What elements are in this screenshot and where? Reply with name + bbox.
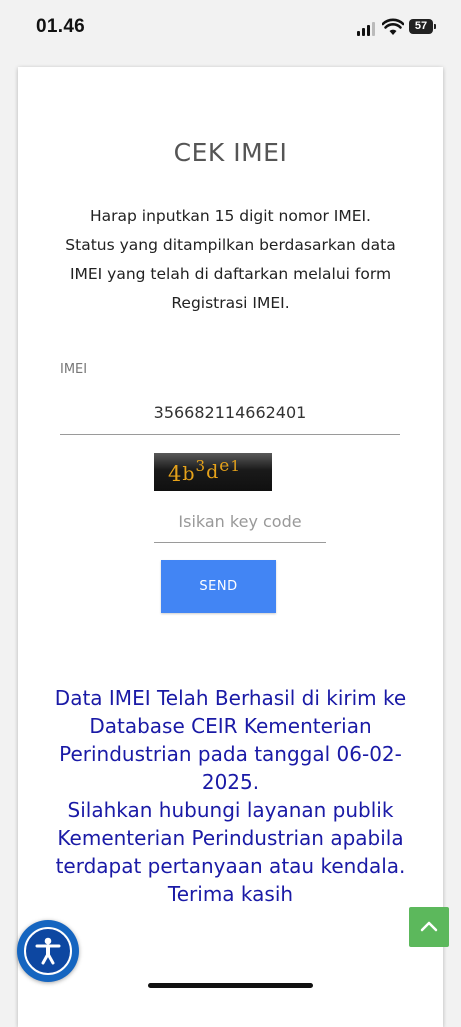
intro-text: Harap inputkan 15 digit nomor IMEI. Stat… — [40, 202, 421, 318]
intro-line: IMEI yang telah di daftarkan melalui for… — [69, 265, 392, 283]
page-title: CEK IMEI — [173, 138, 288, 167]
contact-line: Terima kasih — [167, 882, 294, 906]
keycode-input[interactable] — [154, 500, 326, 543]
wifi-icon — [382, 18, 404, 35]
accessibility-button[interactable] — [17, 920, 79, 982]
intro-line: Harap inputkan 15 digit nomor IMEI. — [90, 207, 371, 225]
intro-line: Registrasi IMEI. — [171, 294, 290, 312]
intro-line: Status yang ditampilkan berdasarkan data — [65, 236, 396, 254]
contact-line: Silahkan hubungi layanan publik — [67, 798, 394, 822]
signal-icon — [357, 22, 377, 36]
battery-icon: 57 — [409, 19, 436, 34]
send-button[interactable]: SEND — [161, 560, 276, 613]
home-indicator — [148, 983, 313, 988]
battery-level: 57 — [414, 20, 428, 32]
result-line: 2025. — [201, 770, 260, 794]
chevron-up-icon — [420, 921, 438, 932]
result-line: Perindustrian pada tanggal 06-02- — [59, 742, 402, 766]
imei-input[interactable] — [60, 390, 400, 435]
result-line: Data IMEI Telah Berhasil di kirim ke — [54, 686, 407, 710]
scroll-top-button[interactable] — [409, 907, 449, 947]
imei-label: IMEI — [60, 362, 88, 377]
contact-line: terdapat pertanyaan atau kendala. — [55, 854, 406, 878]
captcha-image: 4b3de1 — [154, 453, 272, 491]
result-message: Data IMEI Telah Berhasil di kirim ke Dat… — [40, 684, 421, 908]
contact-line: Kementerian Perindustrian apabila — [57, 826, 404, 850]
accessibility-icon — [24, 927, 72, 975]
captcha-text: 4b3de1 — [168, 456, 241, 486]
status-time: 01.46 — [36, 16, 86, 37]
status-bar: 01.46 57 — [0, 0, 461, 60]
result-line: Database CEIR Kementerian — [89, 714, 372, 738]
